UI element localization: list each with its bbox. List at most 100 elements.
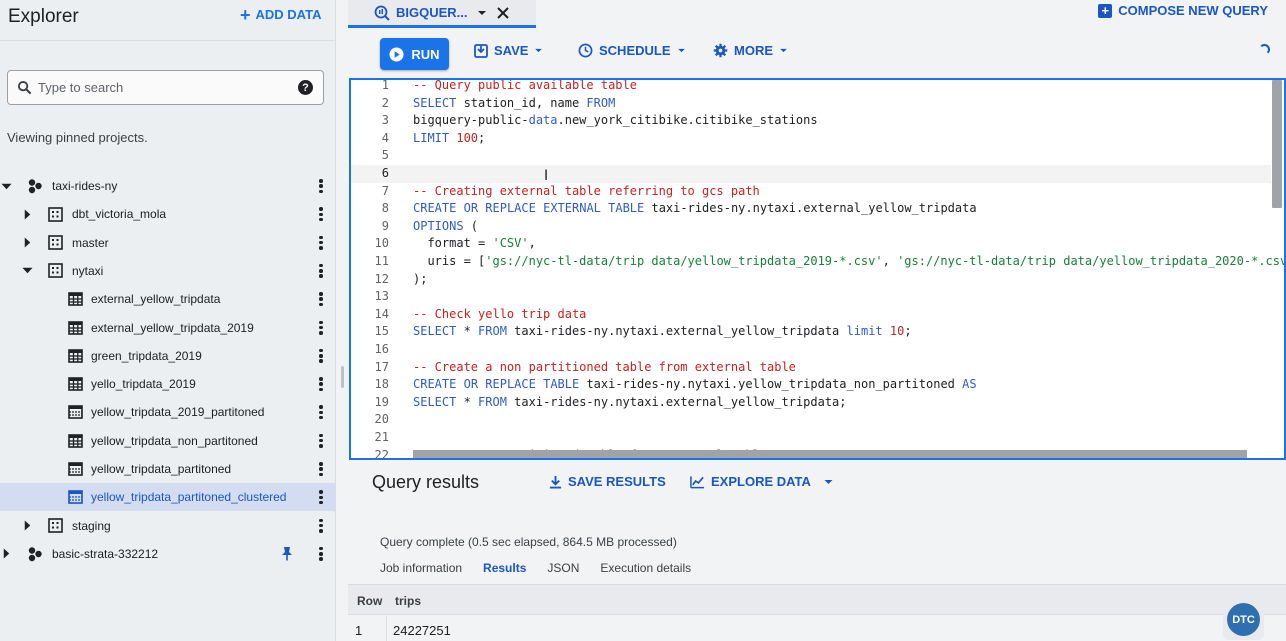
tree-item-dbt-victoria-mola[interactable]: dbt_victoria_mola [0, 200, 336, 228]
code-line[interactable]: 14 -- Check yello trip data [351, 306, 1271, 324]
tree-item-label: taxi-rides-ny [52, 179, 118, 193]
pin-icon[interactable] [281, 546, 293, 564]
more-vert-icon[interactable] [318, 291, 324, 307]
more-vert-icon[interactable] [318, 518, 324, 534]
tree-item-taxi-rides-ny[interactable]: taxi-rides-ny [0, 172, 336, 200]
tree-item-yellow-tripdata-2019-partitoned[interactable]: yellow_tripdata_2019_partitoned [0, 398, 336, 426]
run-label: RUN [411, 46, 440, 62]
tree-item-external-yellow-tripdata-2019[interactable]: external_yellow_tripdata_2019 [0, 314, 336, 342]
vertical-scrollbar[interactable] [1272, 80, 1282, 208]
line-number: 20 [374, 412, 389, 427]
save-button[interactable]: SAVE [474, 43, 543, 58]
chevron-down-icon[interactable] [21, 265, 33, 277]
search-input[interactable] [38, 80, 288, 95]
tab-results[interactable]: Results [483, 561, 526, 575]
code-line[interactable]: 4 LIMIT 100; [351, 130, 1271, 148]
tab-execution-details[interactable]: Execution details [600, 561, 691, 575]
more-vert-icon[interactable] [318, 376, 324, 392]
explorer-panel: Explorer + ADD DATA ? Viewing pinned pro… [0, 0, 336, 641]
sql-editor[interactable]: 1 -- Query public available table 2 SELECT … [349, 78, 1286, 460]
explorer-search[interactable]: ? [7, 70, 324, 105]
chevron-down-icon[interactable] [0, 180, 12, 192]
code-text: SELECT * FROM taxi-rides-ny.nytaxi.exter… [413, 324, 912, 339]
schedule-button[interactable]: SCHEDULE [578, 43, 686, 58]
code-text: ); [413, 271, 428, 286]
tree-item-yellow-tripdata-partitoned-clustered[interactable]: yellow_tripdata_partitoned_clustered [0, 483, 336, 512]
more-vert-icon[interactable] [318, 206, 324, 222]
code-line[interactable]: 21 [351, 429, 1271, 447]
chevron-right-icon[interactable] [21, 208, 33, 220]
tab-json[interactable]: JSON [547, 561, 579, 575]
run-button[interactable]: RUN [380, 38, 449, 70]
code-line[interactable]: 11 uris = ['gs://nyc-tl-data/trip data/y… [351, 253, 1284, 271]
more-vert-icon[interactable] [318, 178, 324, 194]
chevron-down-icon[interactable] [477, 10, 487, 16]
code-line[interactable]: 15 SELECT * FROM taxi-rides-ny.nytaxi.ext… [351, 323, 1271, 341]
code-line[interactable]: 9 OPTIONS ( [351, 218, 1271, 236]
compose-new-query-button[interactable]: + COMPOSE NEW QUERY [1098, 3, 1268, 18]
line-number: 7 [381, 183, 389, 198]
tab-bigquery-query[interactable]: BIGQUER... [348, 0, 536, 28]
line-number: 5 [381, 148, 389, 163]
table-row: 1 24227251 [348, 616, 1286, 641]
tree-item-nytaxi[interactable]: nytaxi [0, 257, 336, 285]
more-vert-icon[interactable] [318, 489, 324, 505]
more-vert-icon[interactable] [318, 235, 324, 251]
code-line[interactable]: 10 format = 'CSV', [351, 235, 1271, 253]
line-number: 19 [374, 394, 389, 409]
code-line[interactable]: 19 SELECT * FROM taxi-rides-ny.nytaxi.ext… [351, 394, 1271, 412]
add-data-button[interactable]: + ADD DATA [240, 6, 321, 24]
code-text: SELECT * FROM taxi-rides-ny.nytaxi.exter… [413, 394, 847, 409]
tree-item-label: basic-strata-332212 [52, 546, 159, 561]
code-line[interactable]: 13 [351, 288, 1271, 306]
more-vert-icon[interactable] [318, 404, 324, 420]
tree-item-green-tripdata-2019[interactable]: green_tripdata_2019 [0, 342, 336, 370]
more-vert-icon[interactable] [318, 433, 324, 449]
table-icon [67, 348, 83, 364]
tab-job-information[interactable]: Job information [380, 561, 462, 575]
tree-item-yellow-tripdata-non-partitoned[interactable]: yellow_tripdata_non_partitoned [0, 427, 336, 455]
code-line[interactable]: 16 [351, 341, 1271, 359]
code-line[interactable]: 2 SELECT station_id, name FROM [351, 95, 1271, 113]
tree-item-yellow-tripdata-partitoned[interactable]: yellow_tripdata_partitoned [0, 455, 336, 483]
more-vert-icon[interactable] [318, 320, 324, 336]
code-line[interactable]: 17 -- Create a non partitioned table from… [351, 359, 1271, 377]
explore-data-label: EXPLORE DATA [711, 474, 811, 489]
horizontal-scrollbar[interactable] [413, 450, 1247, 458]
close-icon[interactable] [496, 6, 509, 19]
code-line[interactable]: 20 [351, 411, 1271, 429]
tree-item-master[interactable]: master [0, 229, 336, 257]
help-icon[interactable]: ? [298, 80, 313, 95]
code-line[interactable]: 7 -- Creating external table referring to… [351, 183, 1271, 201]
panel-resize-handle[interactable] [341, 366, 344, 388]
tree-item-basic-strata-332212[interactable]: basic-strata-332212 [0, 540, 336, 568]
chevron-right-icon[interactable] [21, 237, 33, 249]
tree-item-label: yellow_tripdata_non_partitoned [91, 433, 258, 448]
code-line[interactable]: 6 [351, 165, 1271, 183]
code-line[interactable]: 5 [351, 147, 1271, 165]
explorer-divider [0, 40, 336, 41]
more-button[interactable]: MORE [713, 43, 788, 58]
more-vert-icon[interactable] [318, 461, 324, 477]
code-line[interactable]: 1 -- Query public available table [351, 80, 1271, 95]
results-tabs: Job information Results JSON Execution deta… [380, 561, 712, 575]
tree-item-label: dbt_victoria_mola [72, 207, 167, 222]
column-header-trips: trips [395, 594, 422, 608]
code-line[interactable]: 18 CREATE OR REPLACE TABLE taxi-rides-ny.… [351, 376, 1271, 394]
chevron-right-icon[interactable] [0, 548, 12, 560]
save-results-button[interactable]: SAVE RESULTS [549, 474, 666, 489]
tree-item-external-yellow-tripdata[interactable]: external_yellow_tripdata [0, 285, 336, 313]
chevron-right-icon[interactable] [21, 520, 33, 532]
tree-item-label: external_yellow_tripdata [91, 292, 221, 307]
line-number: 12 [374, 271, 389, 286]
code-line[interactable]: 8 CREATE OR REPLACE EXTERNAL TABLE taxi-r… [351, 200, 1271, 218]
more-vert-icon[interactable] [318, 263, 324, 279]
explore-data-button[interactable]: EXPLORE DATA [690, 474, 834, 489]
tree-item-staging[interactable]: staging [0, 512, 336, 540]
tree-item-yello-tripdata-2019[interactable]: yello_tripdata_2019 [0, 370, 336, 398]
more-vert-icon[interactable] [318, 348, 324, 364]
code-line[interactable]: 12); [351, 271, 1271, 289]
more-vert-icon[interactable] [318, 546, 324, 562]
code-line[interactable]: 3 bigquery-public-data.new_york_citibike.… [351, 112, 1271, 130]
query-status: Query complete (0.5 sec elapsed, 864.5 M… [380, 535, 677, 549]
